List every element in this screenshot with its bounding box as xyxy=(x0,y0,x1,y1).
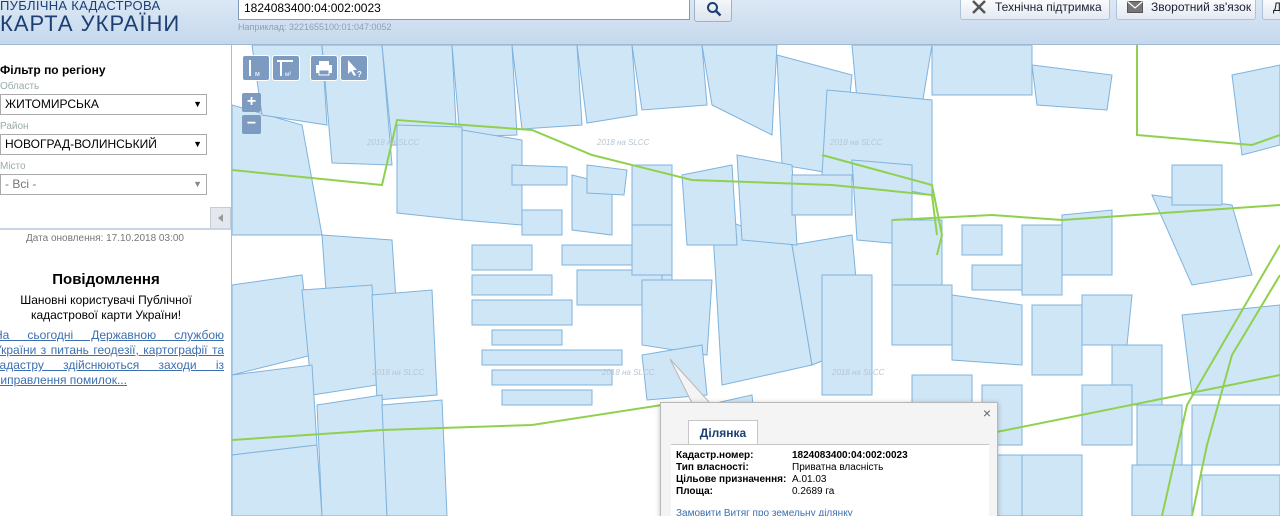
search-button[interactable] xyxy=(694,0,732,22)
feedback-label: Зворотний зв'язок xyxy=(1151,0,1252,14)
zoom-in-button[interactable]: + xyxy=(242,93,261,112)
print-button[interactable] xyxy=(310,55,338,81)
city-select[interactable]: - Всі - ▼ xyxy=(0,174,207,195)
extra-label: Д xyxy=(1273,0,1280,14)
svg-text:?: ? xyxy=(357,70,362,79)
search-input[interactable] xyxy=(238,0,690,20)
measure-length-button[interactable]: м xyxy=(242,55,270,81)
divider xyxy=(0,228,231,230)
region-value: ЖИТОМИРСЬКА xyxy=(5,97,99,111)
row-value: 1824083400:04:002:0023 xyxy=(792,450,908,461)
tab-parcel[interactable]: Ділянка xyxy=(688,420,758,445)
close-icon[interactable]: × xyxy=(983,405,991,421)
row-label: Тип власності: xyxy=(676,462,749,473)
filter-title: Фільтр по регіону xyxy=(0,63,106,77)
notice-link[interactable]: На сьогодні Державною службою України з … xyxy=(0,328,224,388)
mail-icon xyxy=(1127,1,1143,13)
row-label: Цільове призначення: xyxy=(676,474,787,485)
row-value: Приватна власність xyxy=(792,462,884,473)
svg-text:м²: м² xyxy=(285,72,291,78)
district-value: НОВОГРАД-ВОЛИНСЬКИЙ xyxy=(5,137,157,151)
map-watermark: 2018 на SLCC xyxy=(371,368,425,377)
identify-button[interactable]: ? xyxy=(340,55,368,81)
row-label: Площа: xyxy=(676,486,713,497)
search-hint: Наприклад: 3221655100:01:047:0052 xyxy=(238,22,392,32)
zoom-out-button[interactable]: − xyxy=(242,115,261,134)
sidebar: Фільтр по регіону Область ЖИТОМИРСЬКА ▼ … xyxy=(0,45,232,516)
popup-body: Кадастр.номер: 1824083400:04:002:0023 Ти… xyxy=(671,444,989,516)
tools-icon xyxy=(972,0,986,14)
order-extract-link[interactable]: Замовити Витяг про земельну ділянку xyxy=(676,508,853,516)
city-label: Місто xyxy=(0,161,26,172)
map-watermark: 2018 на SLCC xyxy=(601,368,655,377)
row-value: А.01.03 xyxy=(792,474,827,485)
pointer-help-icon: ? xyxy=(348,60,362,79)
map-view[interactable]: 2018 на SLCC 2018 на SLCC 2018 на SLCC 2… xyxy=(232,45,1280,516)
chevron-down-icon: ▼ xyxy=(193,99,202,109)
search-icon xyxy=(707,2,722,17)
region-select[interactable]: ЖИТОМИРСЬКА ▼ xyxy=(0,94,207,115)
feedback-button[interactable]: Зворотний зв'язок xyxy=(1116,0,1256,20)
collapse-sidebar-button[interactable] xyxy=(210,207,231,229)
header: ПУБЛІЧНА КАДАСТРОВА КАРТА УКРАЇНИ Наприк… xyxy=(0,0,1280,45)
support-label: Технічна підтримка xyxy=(995,0,1102,14)
district-select[interactable]: НОВОГРАД-ВОЛИНСЬКИЙ ▼ xyxy=(0,134,207,155)
chevron-down-icon: ▼ xyxy=(193,179,202,189)
map-watermark: 2018 на SLCC xyxy=(366,138,420,147)
chevron-left-icon xyxy=(218,214,223,222)
parcel-popup: × Ділянка Кадастр.номер: 1824083400:04:0… xyxy=(660,402,998,516)
district-label: Район xyxy=(0,121,29,132)
region-label: Область xyxy=(0,81,40,92)
map-watermark: 2018 на SLCC xyxy=(831,368,885,377)
ruler-icon: м xyxy=(249,60,260,78)
map-watermark: 2018 на SLCC xyxy=(596,138,650,147)
popup-pointer xyxy=(669,358,712,404)
support-button[interactable]: Технічна підтримка xyxy=(960,0,1110,20)
chevron-down-icon: ▼ xyxy=(193,139,202,149)
update-date: Дата оновлення: 17.10.2018 03:00 xyxy=(26,233,184,244)
city-value: - Всі - xyxy=(5,177,37,191)
measure-area-button[interactable]: м² xyxy=(272,55,300,81)
row-value: 0.2689 га xyxy=(792,486,835,497)
row-label: Кадастр.номер: xyxy=(676,450,754,461)
extra-button[interactable]: Д xyxy=(1262,0,1280,20)
notice-body: Шановні користувачі Публічної кадастрово… xyxy=(20,293,192,322)
area-ruler-icon: м² xyxy=(277,60,293,78)
printer-icon xyxy=(316,61,332,76)
logo-main-text: КАРТА УКРАЇНИ xyxy=(0,11,181,36)
svg-text:м: м xyxy=(255,71,260,78)
map-watermark: 2018 на SLCC xyxy=(829,138,883,147)
notice-title: Повідомлення xyxy=(52,271,160,288)
